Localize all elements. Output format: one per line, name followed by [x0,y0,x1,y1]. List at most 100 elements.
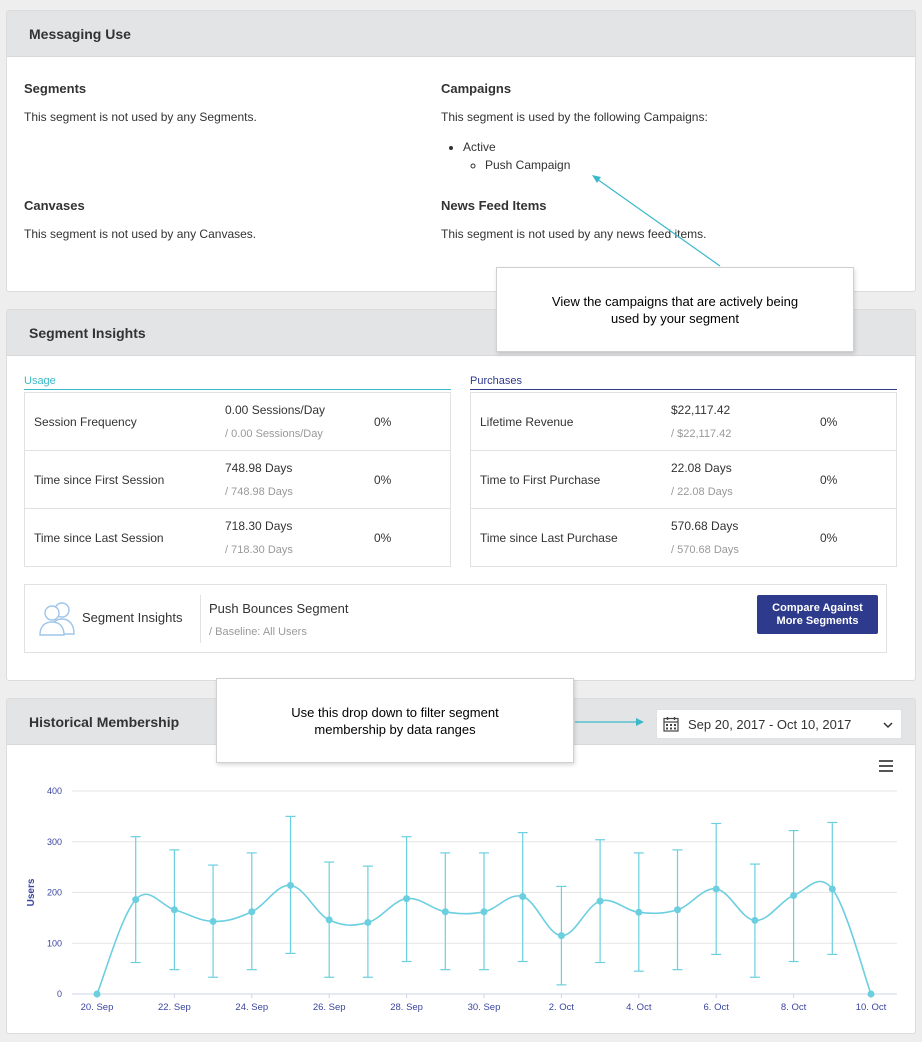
x-tick-label: 30. Sep [468,1002,501,1013]
metric-name: Time since Last Purchase [480,530,618,545]
campaign-item[interactable]: Push Campaign [485,158,708,172]
canvases-block: Canvases This segment is not used by any… [24,198,256,241]
data-point [170,906,178,914]
metric-name: Time since Last Session [34,530,164,545]
usage-table: Session Frequency 0.00 Sessions/Day / 0.… [24,392,451,567]
purchases-table: Lifetime Revenue $22,117.42 / $22,117.42… [470,392,897,567]
segment-insights-bar: Segment Insights Push Bounces Segment / … [24,584,887,653]
data-point [674,906,681,914]
metric-name: Session Frequency [34,414,137,429]
data-point [635,908,643,916]
table-row: Time to First Purchase 22.08 Days / 22.0… [471,450,896,508]
menu-icon[interactable] [879,760,893,772]
x-tick-label: 28. Sep [390,1002,423,1013]
y-axis-label: Users [26,878,37,906]
campaigns-heading: Campaigns [441,81,512,96]
chevron-down-icon [883,717,893,732]
metric-percent: 0% [374,472,392,487]
campaign-list: Active Push Campaign [441,140,708,172]
date-range-dropdown[interactable]: Sep 20, 2017 - Oct 10, 2017 [656,709,902,739]
segment-insights-panel: Segment Insights Usage Purchases Session… [6,309,916,681]
data-point [364,918,372,926]
x-tick-label: 10. Oct [856,1002,887,1013]
data-point [287,881,294,889]
y-tick-label: 200 [47,888,62,898]
segments-block: Segments This segment is not used by any… [24,81,257,124]
baseline-label: / Baseline: All Users [209,626,307,638]
metric-value: 0.00 Sessions/Day [225,403,326,417]
data-point [828,885,836,893]
messaging-use-title: Messaging Use [7,11,915,57]
x-tick-label: 26. Sep [313,1002,346,1013]
metric-baseline: / 0.00 Sessions/Day [225,428,323,440]
data-point [519,893,527,901]
table-row: Lifetime Revenue $22,117.42 / $22,117.42… [471,392,896,450]
segments-heading: Segments [24,81,87,96]
campaign-link[interactable]: Push Campaign [485,158,570,172]
date-range-value: Sep 20, 2017 - Oct 10, 2017 [688,716,852,732]
metric-percent: 0% [820,414,838,429]
compare-segments-button[interactable]: Compare Against More Segments [757,595,878,634]
segment-insights-bar-label: Segment Insights [82,610,183,625]
data-point [209,917,217,925]
data-point [480,908,488,916]
table-row: Time since Last Session 718.30 Days / 71… [25,508,450,566]
table-row: Session Frequency 0.00 Sessions/Day / 0.… [25,392,450,450]
x-tick-label: 2. Oct [549,1002,575,1013]
data-point [557,932,565,940]
metric-baseline: / 22.08 Days [671,486,733,498]
data-point [596,897,604,905]
dropdown-callout-text: Use this drop down to filter segment mem… [291,704,499,737]
data-point [751,916,759,924]
data-point [712,885,720,893]
metric-name: Lifetime Revenue [480,414,574,429]
campaigns-callout-text: View the campaigns that are actively bei… [551,293,799,326]
y-tick-label: 400 [47,786,62,796]
data-point [867,990,875,998]
metric-percent: 0% [374,530,392,545]
dropdown-callout: Use this drop down to filter segment mem… [216,678,574,763]
metric-percent: 0% [820,530,838,545]
metric-value: 22.08 Days [671,461,732,475]
y-tick-label: 0 [57,989,62,999]
metric-name: Time to First Purchase [480,472,601,487]
data-point [248,908,256,916]
metric-value: $22,117.42 [671,403,731,417]
divider [200,595,201,643]
table-row: Time since First Session 748.98 Days / 7… [25,450,450,508]
metric-value: 718.30 Days [225,519,293,533]
metric-value: 570.68 Days [671,519,739,533]
campaign-status: Active [463,140,496,154]
segment-name: Push Bounces Segment [209,601,349,616]
x-tick-label: 22. Sep [158,1002,191,1013]
metric-value: 748.98 Days [225,461,293,475]
table-row: Time since Last Purchase 570.68 Days / 5… [471,508,896,566]
data-point [325,916,333,924]
campaigns-callout: View the campaigns that are actively bei… [496,267,854,352]
x-tick-label: 24. Sep [235,1002,268,1013]
metric-baseline: / 570.68 Days [671,544,739,556]
data-point [403,895,411,903]
canvases-text: This segment is not used by any Canvases… [24,227,257,241]
calendar-icon [663,716,679,732]
metric-name: Time since First Session [34,472,165,487]
metric-percent: 0% [374,414,392,429]
x-tick-label: 8. Oct [781,1002,807,1013]
y-tick-label: 300 [47,837,62,847]
news-feed-heading: News Feed Items [441,198,547,213]
data-point [93,990,101,998]
metric-baseline: / $22,117.42 [671,428,732,440]
campaigns-block: Campaigns This segment is used by the fo… [441,81,708,176]
campaigns-text: This segment is used by the following Ca… [441,110,708,124]
y-tick-label: 100 [47,938,62,948]
x-tick-label: 6. Oct [704,1002,730,1013]
usage-label: Usage [24,375,451,390]
messaging-use-panel: Messaging Use Segments This segment is n… [6,10,916,292]
news-feed-text: This segment is not used by any news fee… [441,227,707,241]
segments-text: This segment is not used by any Segments… [24,110,257,124]
campaign-status-item: Active Push Campaign [463,140,708,172]
metric-baseline: / 718.30 Days [225,544,293,556]
canvases-heading: Canvases [24,198,85,213]
metric-baseline: / 748.98 Days [225,486,293,498]
purchases-label: Purchases [470,375,897,390]
